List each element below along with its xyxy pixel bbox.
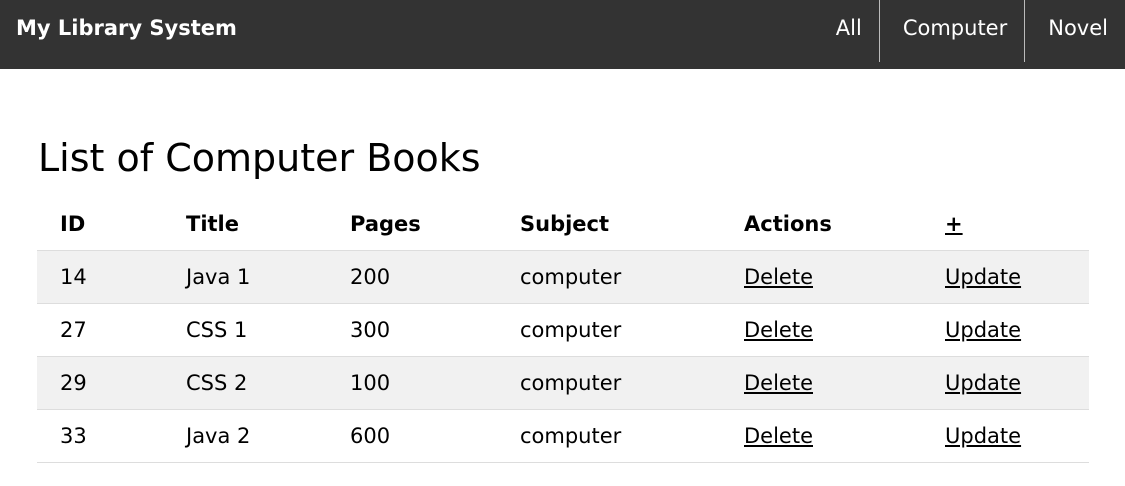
table-row: 14 Java 1 200 computer Delete Update [37, 250, 1089, 304]
cell-update: Update [945, 250, 1089, 304]
cell-subject: computer [520, 356, 744, 410]
cell-pages: 300 [350, 303, 520, 357]
page-title: List of Computer Books [38, 136, 481, 180]
table-row: 33 Java 2 600 computer Delete Update [37, 409, 1089, 463]
cell-subject: computer [520, 303, 744, 357]
cell-title: CSS 1 [186, 303, 350, 357]
table-row: 27 CSS 1 300 computer Delete Update [37, 303, 1089, 357]
nav-menu: All Computer Novel [813, 0, 1125, 62]
update-link[interactable]: Update [945, 424, 1021, 448]
column-header-pages: Pages [350, 212, 421, 236]
cell-delete: Delete [744, 250, 945, 304]
update-link[interactable]: Update [945, 371, 1021, 395]
brand-title[interactable]: My Library System [16, 0, 237, 56]
cell-id: 33 [37, 409, 186, 463]
table-header: ID Title Pages Subject Actions + [37, 198, 1089, 251]
table-row: 29 CSS 2 100 computer Delete Update [37, 356, 1089, 410]
nav-item-computer[interactable]: Computer [878, 0, 1024, 62]
cell-title: Java 1 [186, 250, 350, 304]
cell-title: Java 2 [186, 409, 350, 463]
cell-update: Update [945, 356, 1089, 410]
update-link[interactable]: Update [945, 265, 1021, 289]
delete-link[interactable]: Delete [744, 318, 813, 342]
table-header-row: ID Title Pages Subject Actions + [37, 198, 1089, 251]
cell-id: 27 [37, 303, 186, 357]
top-navbar: My Library System All Computer Novel [0, 0, 1125, 69]
nav-item-novel[interactable]: Novel [1024, 0, 1125, 62]
cell-pages: 100 [350, 356, 520, 410]
column-header-title: Title [186, 212, 240, 236]
column-header-add: + [945, 198, 1089, 251]
cell-update: Update [945, 303, 1089, 357]
cell-delete: Delete [744, 303, 945, 357]
delete-link[interactable]: Delete [744, 424, 813, 448]
cell-delete: Delete [744, 356, 945, 410]
nav-item-all[interactable]: All [813, 0, 879, 62]
cell-id: 14 [37, 250, 186, 304]
cell-title: CSS 2 [186, 356, 350, 410]
update-link[interactable]: Update [945, 318, 1021, 342]
cell-pages: 600 [350, 409, 520, 463]
table-body: 14 Java 1 200 computer Delete Update 27 … [37, 250, 1089, 463]
add-book-button[interactable]: + [945, 212, 963, 236]
cell-id: 29 [37, 356, 186, 410]
cell-subject: computer [520, 250, 744, 304]
cell-update: Update [945, 409, 1089, 463]
delete-link[interactable]: Delete [744, 371, 813, 395]
cell-delete: Delete [744, 409, 945, 463]
column-header-actions: Actions [744, 212, 832, 236]
column-header-id: ID [60, 212, 86, 236]
cell-subject: computer [520, 409, 744, 463]
books-table: ID Title Pages Subject Actions + 14 Java… [37, 198, 1089, 463]
delete-link[interactable]: Delete [744, 265, 813, 289]
column-header-subject: Subject [520, 212, 610, 236]
cell-pages: 200 [350, 250, 520, 304]
